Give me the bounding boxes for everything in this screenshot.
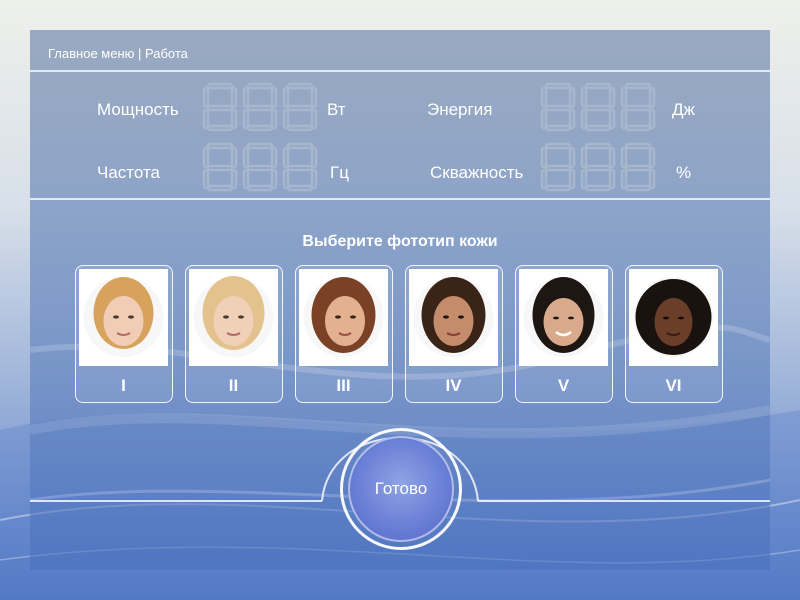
breadcrumb[interactable]: Главное меню | Работа — [48, 46, 188, 61]
done-button[interactable]: Готово — [348, 436, 454, 542]
phototype-card-i[interactable]: I — [75, 265, 173, 403]
energy-unit: Дж — [672, 100, 695, 119]
phototype-label-iii: III — [336, 376, 351, 395]
face-photo-ii — [189, 269, 278, 366]
duty-cycle-display — [540, 142, 656, 192]
power-unit: Вт — [327, 100, 346, 119]
phototype-label-v: V — [557, 376, 570, 395]
face-photo-i — [79, 269, 168, 366]
frequency-unit: Гц — [330, 163, 349, 182]
phototype-label-ii: II — [228, 376, 239, 395]
face-photo-iii — [299, 269, 388, 366]
duty-cycle-label: Скважность — [430, 163, 524, 182]
phototype-card-iii[interactable]: III — [295, 265, 393, 403]
phototype-label-vi: VI — [665, 376, 682, 395]
face-photo-v — [519, 269, 608, 366]
power-label: Мощность — [97, 100, 179, 119]
face-photo-iv — [409, 269, 498, 366]
header-divider — [30, 70, 770, 72]
phototype-card-v[interactable]: V — [515, 265, 613, 403]
duty-cycle-unit: % — [676, 163, 692, 182]
phototype-title: Выберите фототип кожи — [302, 233, 498, 250]
phototype-card-iv[interactable]: IV — [405, 265, 503, 403]
metrics-divider — [30, 198, 770, 200]
phototype-card-vi[interactable]: VI — [625, 265, 723, 403]
energy-label: Энергия — [427, 100, 493, 119]
power-display — [202, 82, 318, 132]
frequency-display — [202, 142, 318, 192]
face-photo-vi — [629, 269, 718, 366]
main-panel: Главное меню | Работа Мощность Вт Энерги… — [30, 30, 770, 570]
frequency-label: Частота — [97, 163, 161, 182]
phototype-label-iv: IV — [445, 376, 462, 395]
phototype-card-ii[interactable]: II — [185, 265, 283, 403]
phototype-label-i: I — [121, 376, 126, 395]
energy-display — [540, 82, 656, 132]
